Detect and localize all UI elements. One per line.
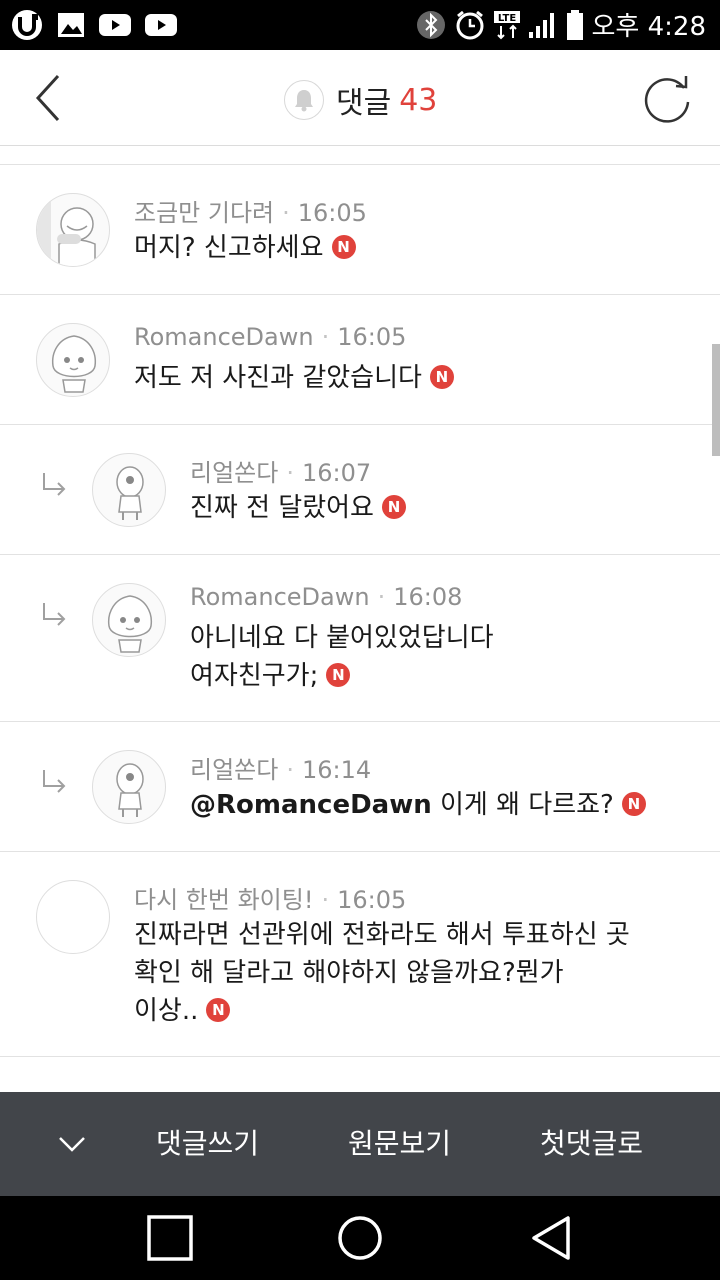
comment-meta: RomanceDawn · 16:05 bbox=[134, 323, 407, 351]
chevron-down-icon[interactable] bbox=[56, 1132, 88, 1156]
mention-link[interactable]: @RomanceDawn bbox=[190, 790, 432, 820]
comment-text: 진짜 전 달랐어요 N bbox=[190, 489, 406, 527]
comment-item[interactable]: 조금만 기다려 · 16:05 머지? 신고하세요 N bbox=[0, 165, 720, 295]
comment-author[interactable]: RomanceDawn bbox=[134, 323, 314, 351]
comment-meta: RomanceDawn · 16:08 bbox=[190, 583, 463, 611]
write-comment-button[interactable]: 댓글쓰기 bbox=[156, 1122, 259, 1162]
view-original-button[interactable]: 원문보기 bbox=[348, 1122, 451, 1162]
avatar[interactable] bbox=[36, 880, 110, 954]
comment-author[interactable]: 조금만 기다려 bbox=[134, 199, 274, 227]
comment-item[interactable]: RomanceDawn · 16:05 저도 저 사진과 같았습니다 N bbox=[0, 295, 720, 425]
reply-arrow-icon bbox=[43, 770, 66, 793]
new-badge: N bbox=[381, 494, 406, 519]
comment-time: 16:08 bbox=[393, 583, 463, 611]
reply-arrow-icon bbox=[43, 473, 66, 496]
signal-icon bbox=[528, 12, 554, 38]
refresh-icon[interactable] bbox=[640, 72, 694, 126]
avatar[interactable] bbox=[36, 323, 110, 397]
peach-avatar-icon bbox=[51, 335, 97, 393]
notification-bell-button[interactable] bbox=[284, 80, 324, 120]
first-comment-button[interactable]: 첫댓글로 bbox=[540, 1122, 643, 1162]
new-badge: N bbox=[206, 997, 231, 1022]
new-badge: N bbox=[621, 791, 646, 816]
comment-count: 43 bbox=[399, 82, 438, 118]
comment-text: 머지? 신고하세요 N bbox=[134, 229, 356, 267]
comment-author[interactable]: 리얼쏜다 bbox=[190, 459, 278, 487]
comment-meta: 다시 한번 화이팅! · 16:05 bbox=[134, 886, 407, 914]
back-icon[interactable] bbox=[26, 72, 74, 124]
home-icon[interactable] bbox=[336, 1214, 384, 1262]
comment-time: 16:14 bbox=[301, 756, 372, 784]
comment-text: 진짜라면 선관위에 전화라도 해서 투표하신 곳 확인 해 달라고 해야하지 않… bbox=[134, 920, 630, 1026]
status-time: 오후 4:28 bbox=[591, 12, 707, 42]
comment-time: 16:07 bbox=[301, 459, 372, 487]
battery-icon bbox=[566, 9, 583, 40]
youtube-icon bbox=[99, 14, 131, 36]
comment-meta: 조금만 기다려 · 16:05 bbox=[134, 199, 367, 227]
bottom-action-bar: 댓글쓰기 원문보기 첫댓글로 bbox=[0, 1092, 720, 1196]
system-nav-bar bbox=[0, 1196, 720, 1280]
comment-author[interactable]: RomanceDawn bbox=[190, 583, 370, 611]
comment-author[interactable]: 리얼쏜다 bbox=[190, 756, 278, 784]
new-badge: N bbox=[429, 364, 454, 389]
avatar[interactable] bbox=[36, 193, 110, 267]
image-icon bbox=[58, 13, 84, 37]
comment-meta: 리얼쏜다 · 16:07 bbox=[190, 459, 372, 487]
comment-reply-item[interactable]: 리얼쏜다 · 16:14 @RomanceDawn 이게 왜 다르죠? N bbox=[0, 722, 720, 852]
bluetooth-icon bbox=[416, 10, 445, 39]
svg-text:LTE: LTE bbox=[497, 13, 516, 24]
new-badge: N bbox=[331, 234, 356, 259]
comment-meta: 리얼쏜다 · 16:14 bbox=[190, 756, 372, 784]
u-plus-icon bbox=[12, 10, 42, 40]
avatar[interactable] bbox=[92, 453, 166, 527]
new-badge: N bbox=[326, 662, 351, 687]
comment-time: 16:05 bbox=[337, 323, 407, 351]
avatar[interactable] bbox=[92, 583, 166, 657]
lte-icon: LTE bbox=[493, 10, 520, 39]
back-nav-icon[interactable] bbox=[528, 1214, 576, 1262]
peach-avatar-icon bbox=[107, 595, 153, 653]
bell-icon bbox=[295, 90, 313, 112]
comment-reply-item[interactable]: RomanceDawn · 16:08 아니네요 다 붙어있었답니다 여자친구가; N bbox=[0, 555, 720, 722]
comment-text: @RomanceDawn 이게 왜 다르죠? N bbox=[190, 786, 646, 824]
comment-text: 저도 저 사진과 같았습니다 N bbox=[134, 359, 454, 397]
alarm-icon bbox=[456, 10, 483, 39]
character-avatar-icon bbox=[37, 194, 96, 266]
status-bar: LTE 오후 4:28 bbox=[0, 0, 720, 50]
comment-time: 16:05 bbox=[297, 199, 367, 227]
scrollbar[interactable] bbox=[712, 344, 720, 456]
comment-reply-item[interactable]: 리얼쏜다 · 16:07 진짜 전 달랐어요 N bbox=[0, 425, 720, 555]
comment-author[interactable]: 다시 한번 화이팅! bbox=[134, 886, 313, 914]
avatar[interactable] bbox=[92, 750, 166, 824]
header-title-group: 댓글 43 bbox=[284, 78, 437, 122]
character-avatar-icon bbox=[116, 763, 144, 817]
youtube-icon bbox=[145, 14, 177, 36]
comments-header: 댓글 43 bbox=[0, 50, 720, 146]
comment-text: 아니네요 다 붙어있었답니다 여자친구가; N bbox=[190, 623, 494, 691]
comment-item[interactable]: 다시 한번 화이팅! · 16:05 진짜라면 선관위에 전화라도 해서 투표하신 … bbox=[0, 852, 720, 1057]
character-avatar-icon bbox=[116, 466, 144, 520]
page-title: 댓글 bbox=[336, 86, 392, 121]
comment-time: 16:05 bbox=[337, 886, 407, 914]
reply-arrow-icon bbox=[43, 603, 66, 626]
recent-apps-icon[interactable] bbox=[146, 1214, 194, 1262]
